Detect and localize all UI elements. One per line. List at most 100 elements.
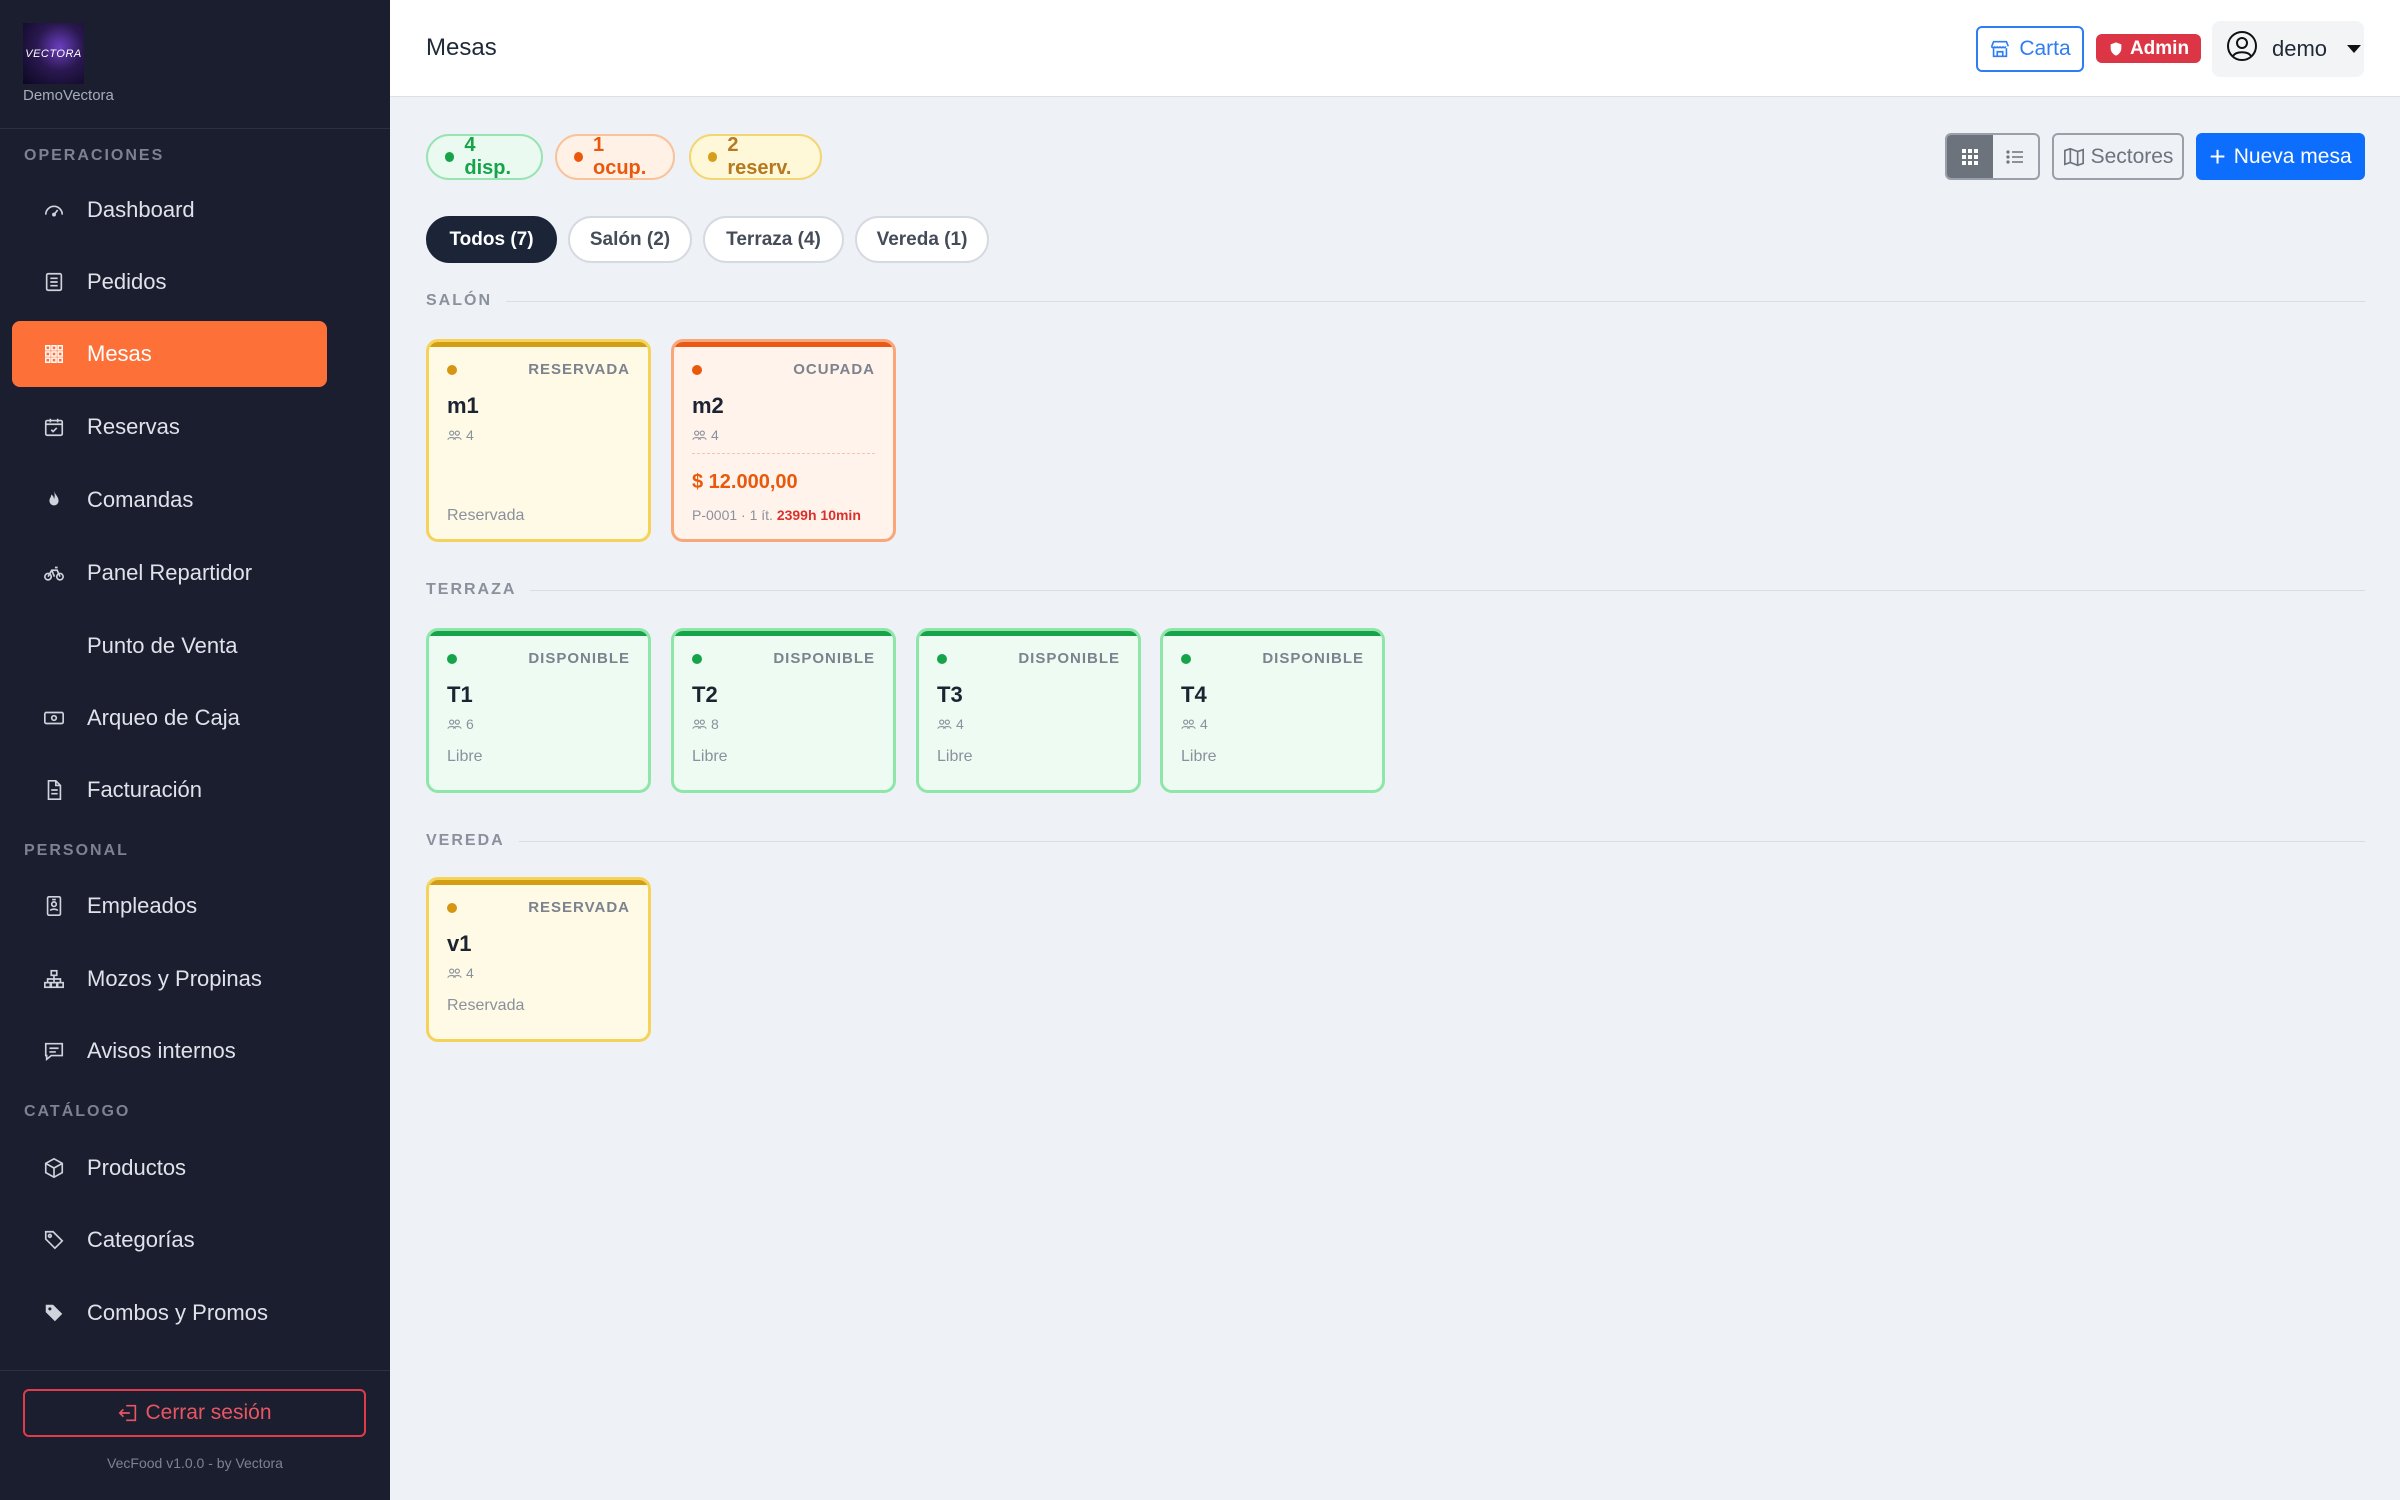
table-status: DISPONIBLE — [1018, 650, 1120, 667]
table-capacity: 4 — [447, 965, 474, 981]
view-toggle — [1945, 133, 2040, 180]
diagram-icon — [42, 967, 66, 991]
table-name: m1 — [447, 393, 479, 418]
status-dot — [708, 152, 718, 162]
sidebar-item-categorias[interactable]: Categorías — [12, 1207, 327, 1273]
table-capacity: 4 — [692, 427, 719, 443]
table-card-t2[interactable]: DISPONIBLE T2 8 Libre — [671, 628, 896, 793]
bicycle-icon — [42, 561, 66, 585]
chat-icon — [42, 1039, 66, 1063]
shop-icon — [1991, 40, 2010, 58]
brand[interactable]: VECTORA DemoVectora — [23, 23, 114, 104]
table-card-t1[interactable]: DISPONIBLE T1 6 Libre — [426, 628, 651, 793]
card-status-bar — [429, 342, 648, 347]
table-card-m1[interactable]: RESERVADA m1 4 Reservada — [426, 339, 651, 542]
sidebar: VECTORA DemoVectora OPERACIONES Dashboar… — [0, 0, 390, 1500]
capacity-value: 4 — [711, 427, 719, 443]
sidebar-item-label: Avisos internos — [87, 1038, 236, 1063]
section-label-operaciones: OPERACIONES — [24, 147, 165, 164]
sidebar-item-combos[interactable]: Combos y Promos — [12, 1280, 327, 1346]
grid-view-icon — [1961, 148, 1978, 165]
sidebar-item-facturacion[interactable]: Facturación — [12, 757, 327, 823]
sidebar-item-label: Categorías — [87, 1227, 195, 1252]
sidebar-item-productos[interactable]: Productos — [12, 1135, 327, 1201]
filter-tab-vereda[interactable]: Vereda (1) — [855, 216, 989, 263]
table-status: OCUPADA — [793, 361, 875, 378]
filter-tab-todos[interactable]: Todos (7) — [426, 216, 557, 263]
section-title: TERRAZA — [426, 581, 517, 598]
people-icon — [1181, 719, 1196, 729]
table-name: T2 — [692, 682, 718, 707]
table-note: Libre — [447, 748, 483, 765]
app-version: VecFood v1.0.0 - by Vectora — [107, 1455, 283, 1471]
table-card-v1[interactable]: RESERVADA v1 4 Reservada — [426, 877, 651, 1042]
box-icon — [42, 1156, 66, 1180]
card-status-bar — [429, 880, 648, 885]
status-dot — [1181, 654, 1191, 664]
carta-button[interactable]: Carta — [1976, 26, 2084, 72]
sidebar-item-label: Mesas — [87, 341, 152, 366]
table-note: Libre — [692, 748, 728, 765]
nueva-mesa-button[interactable]: + Nueva mesa — [2196, 133, 2365, 180]
status-dot — [447, 365, 457, 375]
list-view-button[interactable] — [1993, 135, 2039, 178]
grid-view-button[interactable] — [1947, 135, 1993, 178]
sidebar-item-mesas[interactable]: Mesas — [12, 321, 327, 387]
table-note: Reservada — [447, 507, 525, 524]
admin-label: Admin — [2129, 37, 2190, 59]
sidebar-item-empleados[interactable]: Empleados — [12, 873, 327, 939]
sidebar-item-dashboard[interactable]: Dashboard — [12, 177, 327, 243]
summary-ocupadas-label: 1 ocup. — [593, 134, 647, 179]
table-status: DISPONIBLE — [773, 650, 875, 667]
summary-disponibles-label: 4 disp. — [464, 134, 512, 179]
summary-disponibles: 4 disp. — [426, 134, 543, 180]
receipt-icon — [42, 270, 66, 294]
sectores-label: Sectores — [2090, 144, 2174, 168]
table-card-m2[interactable]: OCUPADA m2 4 $ 12.000,00 P-0001 · 1 ít. … — [671, 339, 896, 542]
sidebar-item-mozos[interactable]: Mozos y Propinas — [12, 946, 327, 1012]
user-menu[interactable]: demo — [2212, 21, 2364, 77]
section-title: VEREDA — [426, 832, 505, 849]
sidebar-item-label: Facturación — [87, 777, 202, 802]
brand-name: DemoVectora — [23, 87, 114, 104]
card-status-bar — [919, 631, 1138, 636]
people-icon — [692, 430, 707, 440]
sidebar-item-pedidos[interactable]: Pedidos — [12, 249, 327, 315]
sidebar-item-repartidor[interactable]: Panel Repartidor — [12, 540, 327, 606]
sidebar-item-label: Punto de Venta — [87, 633, 238, 658]
filter-tab-terraza[interactable]: Terraza (4) — [703, 216, 844, 263]
person-badge-icon — [42, 894, 66, 918]
capacity-value: 4 — [466, 965, 474, 981]
table-name: T4 — [1181, 682, 1207, 707]
admin-badge: Admin — [2096, 34, 2201, 63]
table-capacity: 4 — [447, 427, 474, 443]
page-title: Mesas — [426, 34, 497, 61]
status-dot — [692, 654, 702, 664]
carta-label: Carta — [2019, 37, 2071, 60]
filter-tab-salon[interactable]: Salón (2) — [568, 216, 692, 263]
section-header-terraza: TERRAZA — [426, 581, 2365, 599]
document-icon — [42, 778, 66, 802]
sidebar-item-reservas[interactable]: Reservas — [12, 394, 327, 460]
capacity-value: 6 — [466, 716, 474, 732]
sidebar-item-arqueo[interactable]: Arqueo de Caja — [12, 685, 327, 751]
table-card-t4[interactable]: DISPONIBLE T4 4 Libre — [1160, 628, 1385, 793]
sidebar-item-label: Mozos y Propinas — [87, 966, 262, 991]
logout-label: Cerrar sesión — [145, 1401, 272, 1424]
sectores-button[interactable]: Sectores — [2052, 133, 2184, 180]
table-card-t3[interactable]: DISPONIBLE T3 4 Libre — [916, 628, 1141, 793]
section-divider — [530, 589, 2365, 591]
section-header-salon: SALÓN — [426, 292, 2365, 310]
sidebar-item-label: Pedidos — [87, 269, 167, 294]
sidebar-item-avisos[interactable]: Avisos internos — [12, 1018, 327, 1084]
sidebar-item-comandas[interactable]: Comandas — [12, 467, 327, 533]
people-icon — [447, 968, 462, 978]
people-icon — [447, 719, 462, 729]
sidebar-item-label: Dashboard — [87, 197, 195, 222]
logout-button[interactable]: Cerrar sesión — [23, 1389, 366, 1437]
sidebar-divider — [0, 128, 390, 129]
sidebar-item-pos[interactable]: Punto de Venta — [12, 613, 327, 679]
capacity-value: 8 — [711, 716, 719, 732]
people-icon — [692, 719, 707, 729]
map-icon — [2063, 147, 2084, 166]
